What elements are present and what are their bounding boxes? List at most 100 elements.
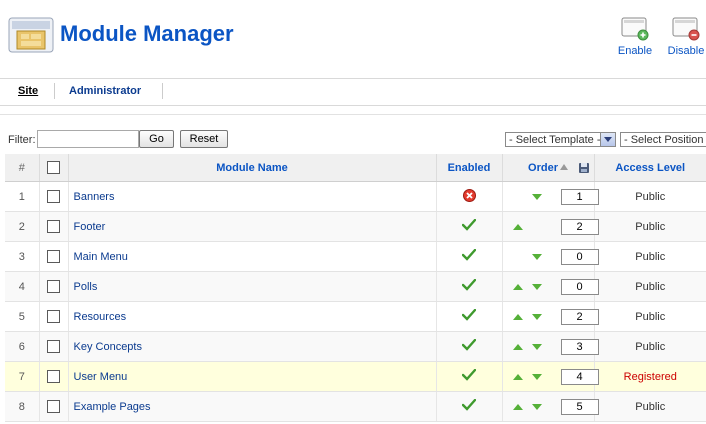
- check-icon[interactable]: [461, 368, 477, 381]
- module-name-link[interactable]: Key Concepts: [68, 331, 437, 362]
- disable-button[interactable]: Disable: [662, 16, 706, 62]
- module-name-link[interactable]: Footer: [68, 211, 437, 242]
- order-input[interactable]: 0: [560, 279, 599, 295]
- page-title: Module Manager: [60, 21, 234, 46]
- move-down-arrow-icon[interactable]: [531, 194, 542, 200]
- check-icon[interactable]: [461, 278, 477, 291]
- order-input[interactable]: 4: [560, 369, 599, 385]
- table-row: 1 Banners 1 Public: [5, 181, 706, 212]
- row-checkbox[interactable]: [47, 280, 60, 293]
- row-checkbox[interactable]: [47, 340, 60, 353]
- enabled-toggle-cell: [436, 271, 503, 302]
- disabled-x-icon[interactable]: [462, 188, 476, 202]
- row-number: 7: [5, 361, 40, 392]
- enabled-toggle-cell: [436, 331, 503, 362]
- move-up-arrow-icon[interactable]: [512, 284, 523, 290]
- module-name-link[interactable]: Polls: [68, 271, 437, 302]
- move-down-arrow-icon[interactable]: [531, 374, 542, 380]
- move-down-arrow-icon[interactable]: [531, 404, 542, 410]
- row-checkbox[interactable]: [47, 310, 60, 323]
- move-down-arrow-icon[interactable]: [531, 284, 542, 290]
- row-checkbox[interactable]: [47, 370, 60, 383]
- order-cell: 0: [502, 241, 599, 272]
- column-header-select-all: [39, 154, 69, 182]
- check-icon[interactable]: [461, 398, 477, 411]
- module-name-link[interactable]: Banners: [68, 181, 437, 212]
- column-header-module-name[interactable]: Module Name: [68, 154, 437, 182]
- move-down-arrow-icon[interactable]: [531, 314, 542, 320]
- move-up-arrow-icon[interactable]: [512, 404, 523, 410]
- tab-administrator[interactable]: Administrator: [69, 85, 141, 97]
- select-all-checkbox[interactable]: [47, 161, 60, 174]
- row-checkbox[interactable]: [47, 400, 60, 413]
- access-level-link[interactable]: Registered: [594, 361, 706, 392]
- filter-input[interactable]: [37, 130, 139, 148]
- filter-label: Filter:: [8, 134, 36, 146]
- template-select[interactable]: - Select Template -: [505, 132, 616, 147]
- tab-site[interactable]: Site: [18, 85, 38, 97]
- enable-icon: [621, 17, 649, 41]
- order-cell: 2: [502, 211, 599, 242]
- column-header-num: #: [5, 154, 40, 182]
- order-input[interactable]: 0: [560, 249, 599, 265]
- module-name-link[interactable]: Example Pages: [68, 391, 437, 422]
- row-number: 8: [5, 391, 40, 422]
- access-level-link[interactable]: Public: [594, 271, 706, 302]
- row-checkbox[interactable]: [47, 190, 60, 203]
- enabled-toggle-cell: [436, 391, 503, 422]
- module-icon: [8, 17, 54, 53]
- move-up-arrow-icon[interactable]: [512, 314, 523, 320]
- column-header-access-level[interactable]: Access Level: [594, 154, 706, 182]
- save-order-icon[interactable]: [578, 162, 590, 174]
- enabled-toggle-cell: [436, 181, 503, 212]
- access-level-link[interactable]: Public: [594, 241, 706, 272]
- enabled-toggle-cell: [436, 211, 503, 242]
- order-cell: 5: [502, 391, 599, 422]
- access-level-link[interactable]: Public: [594, 211, 706, 242]
- table-row: 7 User Menu 4 Registered: [5, 361, 706, 392]
- move-up-arrow-icon[interactable]: [512, 224, 523, 230]
- check-icon[interactable]: [461, 218, 477, 231]
- check-icon[interactable]: [461, 308, 477, 321]
- move-down-arrow-icon[interactable]: [531, 254, 542, 260]
- check-icon[interactable]: [461, 338, 477, 351]
- move-up-arrow-icon[interactable]: [512, 344, 523, 350]
- order-input[interactable]: 2: [560, 219, 599, 235]
- column-header-enabled[interactable]: Enabled: [436, 154, 503, 182]
- position-select[interactable]: - Select Position -: [620, 132, 706, 147]
- reset-button[interactable]: Reset: [180, 130, 228, 148]
- enable-button[interactable]: Enable: [611, 16, 659, 62]
- table-row: 4 Polls 0 Public: [5, 271, 706, 302]
- check-icon[interactable]: [461, 248, 477, 261]
- row-number: 3: [5, 241, 40, 272]
- order-input[interactable]: 2: [560, 309, 599, 325]
- divider: [0, 106, 706, 115]
- move-up-arrow-icon[interactable]: [512, 374, 523, 380]
- move-down-arrow-icon[interactable]: [531, 344, 542, 350]
- row-number: 4: [5, 271, 40, 302]
- order-header-label: Order: [528, 161, 558, 174]
- order-input[interactable]: 3: [560, 339, 599, 355]
- module-name-link[interactable]: Resources: [68, 301, 437, 332]
- access-level-link[interactable]: Public: [594, 181, 706, 212]
- tab-divider: [162, 83, 163, 99]
- access-level-link[interactable]: Public: [594, 331, 706, 362]
- access-level-link[interactable]: Public: [594, 391, 706, 422]
- disable-label: Disable: [667, 45, 705, 57]
- row-checkbox[interactable]: [47, 250, 60, 263]
- order-input[interactable]: 5: [560, 399, 599, 415]
- module-name-link[interactable]: Main Menu: [68, 241, 437, 272]
- row-checkbox-cell: [39, 361, 69, 392]
- table-row: 5 Resources 2 Public: [5, 301, 706, 332]
- disable-icon: [672, 17, 700, 41]
- row-checkbox-cell: [39, 301, 69, 332]
- order-cell: 4: [502, 361, 599, 392]
- column-header-order[interactable]: Order: [502, 154, 595, 182]
- order-cell: 0: [502, 271, 599, 302]
- go-button[interactable]: Go: [139, 130, 174, 148]
- access-level-link[interactable]: Public: [594, 301, 706, 332]
- order-input[interactable]: 1: [560, 189, 599, 205]
- module-name-link[interactable]: User Menu: [68, 361, 437, 392]
- row-checkbox[interactable]: [47, 220, 60, 233]
- row-checkbox-cell: [39, 241, 69, 272]
